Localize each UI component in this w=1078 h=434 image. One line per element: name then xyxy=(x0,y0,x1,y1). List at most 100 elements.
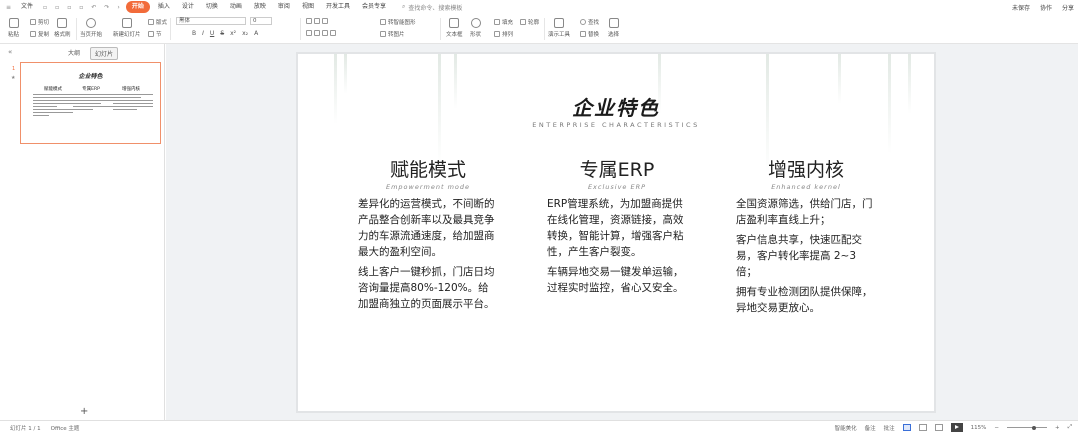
subscript-icon[interactable]: x₂ xyxy=(242,30,248,37)
normal-view-icon[interactable] xyxy=(902,424,911,431)
section-button[interactable]: 节 xyxy=(148,30,162,38)
menu-tab-home[interactable]: 开始 xyxy=(125,1,150,13)
tab-slides[interactable]: 幻灯片 xyxy=(90,47,119,60)
menu-tab-view[interactable]: 视图 xyxy=(298,1,318,13)
show-tools-icon xyxy=(554,18,564,28)
add-slide-icon[interactable]: + xyxy=(80,406,88,417)
ribbon-divider xyxy=(76,18,77,40)
arrange-button[interactable]: 排列 xyxy=(494,30,513,38)
underline-icon[interactable]: U xyxy=(210,30,214,37)
notes-button[interactable]: 备注 xyxy=(865,424,876,432)
font-color-icon[interactable]: A xyxy=(254,30,258,37)
export-icon[interactable]: ▫ xyxy=(53,4,61,11)
preview-icon[interactable]: ▫ xyxy=(77,4,85,11)
play-icon xyxy=(86,18,96,28)
menu-tab-review[interactable]: 审阅 xyxy=(274,1,294,13)
picture-icon xyxy=(380,31,386,37)
align-buttons[interactable] xyxy=(306,30,336,36)
zoom-in-icon[interactable]: + xyxy=(1055,425,1060,431)
slide-title[interactable]: 企业特色 xyxy=(298,92,934,121)
slideshow-play-icon[interactable] xyxy=(950,423,963,432)
undo-icon[interactable]: ↶ xyxy=(89,4,98,11)
comments-button[interactable]: 批注 xyxy=(884,424,895,432)
column-english: Enhanced kernel xyxy=(771,183,841,191)
align-center-icon xyxy=(314,30,320,36)
convert-picture-button[interactable]: 转图片 xyxy=(380,30,405,38)
sorter-view-icon[interactable] xyxy=(918,424,927,431)
menu-tab-design[interactable]: 设计 xyxy=(178,1,198,13)
text-box-button[interactable]: 文本框 xyxy=(446,18,463,38)
play-from-current-button[interactable]: 当页开始 xyxy=(80,18,102,38)
bullets-icon xyxy=(306,18,312,24)
format-row: B I U S x² x₂ A xyxy=(192,30,258,37)
collapse-panel-icon[interactable]: « xyxy=(8,48,12,56)
zoom-out-icon[interactable]: − xyxy=(994,425,999,431)
select-button[interactable]: 选择 xyxy=(608,18,619,38)
zoom-slider[interactable] xyxy=(1006,425,1047,430)
share-button[interactable]: 分享 xyxy=(1062,3,1074,12)
more-icon[interactable]: › xyxy=(115,4,121,11)
cursor-icon xyxy=(608,18,619,28)
strike-icon[interactable]: S xyxy=(220,30,224,37)
reading-view-icon[interactable] xyxy=(934,424,943,431)
bold-icon[interactable]: B xyxy=(192,30,196,37)
format-painter-button[interactable]: 格式刷 xyxy=(54,18,71,38)
copy-icon xyxy=(30,31,36,37)
shape-button[interactable]: 形状 xyxy=(470,18,481,38)
zoom-slider-knob[interactable] xyxy=(1031,425,1036,430)
feature-column-kernel[interactable]: 增强内核 Enhanced kernel 全国资源筛选，供给门店，门店盈利率直线… xyxy=(736,158,876,316)
bullets-button[interactable] xyxy=(306,18,328,24)
column-paragraph: 线上客户一键秒抓，门店日均咨询量提高80%-120%。给加盟商独立的页面展示平台… xyxy=(358,266,495,310)
column-paragraph: 拥有专业检测团队提供保障，异地交易更放心。 xyxy=(736,286,873,314)
paste-button[interactable]: 粘贴 xyxy=(8,18,19,38)
new-slide-button[interactable]: 新建幻灯片 xyxy=(113,18,141,38)
feature-column-erp[interactable]: 专属ERP Exclusive ERP ERP管理系统，为加盟商提供在线化管理，… xyxy=(547,158,687,296)
italic-icon[interactable]: I xyxy=(202,30,204,37)
unsaved-button[interactable]: 未保存 xyxy=(1012,3,1030,12)
find-button[interactable]: 查找 xyxy=(580,18,599,26)
menu-tab-developer[interactable]: 开发工具 xyxy=(322,1,354,13)
feature-column-empowerment[interactable]: 赋能模式 Empowerment mode 差异化的运营模式，不间断的产品整合创… xyxy=(358,158,498,312)
fit-window-icon[interactable]: ⤢ xyxy=(1068,424,1072,431)
redo-icon[interactable]: ↷ xyxy=(102,4,111,11)
indent-icon xyxy=(322,18,328,24)
slide-thumbnail[interactable]: 企业特色 赋能模式 专属ERP 增强内核 xyxy=(20,62,161,144)
menu-file[interactable]: 文件 xyxy=(17,1,37,13)
thumbnail-text-lines xyxy=(33,94,73,118)
outline-button[interactable]: 轮廓 xyxy=(520,18,539,26)
menu-tab-member[interactable]: 会员专享 xyxy=(358,1,390,13)
fill-button[interactable]: 填充 xyxy=(494,18,513,26)
shape-icon xyxy=(470,18,481,28)
zoom-level[interactable]: 115% xyxy=(971,425,987,431)
align-left-icon xyxy=(306,30,312,36)
command-search[interactable]: ⌕ 查找命令、搜索模板 xyxy=(402,3,462,12)
show-tools-button[interactable]: 演示工具 xyxy=(548,18,570,38)
cut-button[interactable]: 剪切 xyxy=(30,18,49,26)
menu-tab-insert[interactable]: 插入 xyxy=(154,1,174,13)
tab-outline[interactable]: 大纲 xyxy=(64,47,84,60)
menu-tab-animation[interactable]: 动画 xyxy=(226,1,246,13)
brush-icon xyxy=(57,18,68,28)
font-size-select[interactable]: 0 xyxy=(250,17,272,25)
ribbon-divider xyxy=(300,18,301,40)
slide-subtitle[interactable]: ENTERPRISE CHARACTERISTICS xyxy=(298,121,934,129)
menu-icon[interactable]: ≡ xyxy=(4,4,13,11)
align-right-icon xyxy=(322,30,328,36)
text-box-icon xyxy=(449,18,460,28)
menu-tab-slideshow[interactable]: 放映 xyxy=(250,1,270,13)
decor-drip xyxy=(344,54,347,94)
layout-button[interactable]: 版式 xyxy=(148,18,167,26)
superscript-icon[interactable]: x² xyxy=(230,30,236,37)
smart-graphic-button[interactable]: 转智能图形 xyxy=(380,18,416,26)
beautify-button[interactable]: 智能美化 xyxy=(835,424,857,432)
font-name-select[interactable]: 黑体 xyxy=(176,17,246,25)
menu-tab-transition[interactable]: 切换 xyxy=(202,1,222,13)
column-paragraph: 客户信息共享，快速匹配交易，客户转化率提高 2~3 倍； xyxy=(736,234,862,278)
save-icon[interactable]: ▫ xyxy=(41,4,49,11)
replace-button[interactable]: 替换 xyxy=(580,30,599,38)
smart-graphic-icon xyxy=(380,19,386,25)
print-icon[interactable]: ▫ xyxy=(65,4,73,11)
slide[interactable]: 企业特色 ENTERPRISE CHARACTERISTICS 赋能模式 Emp… xyxy=(296,52,936,413)
copy-button[interactable]: 复制 xyxy=(30,30,49,38)
collab-button[interactable]: 协作 xyxy=(1040,3,1052,12)
